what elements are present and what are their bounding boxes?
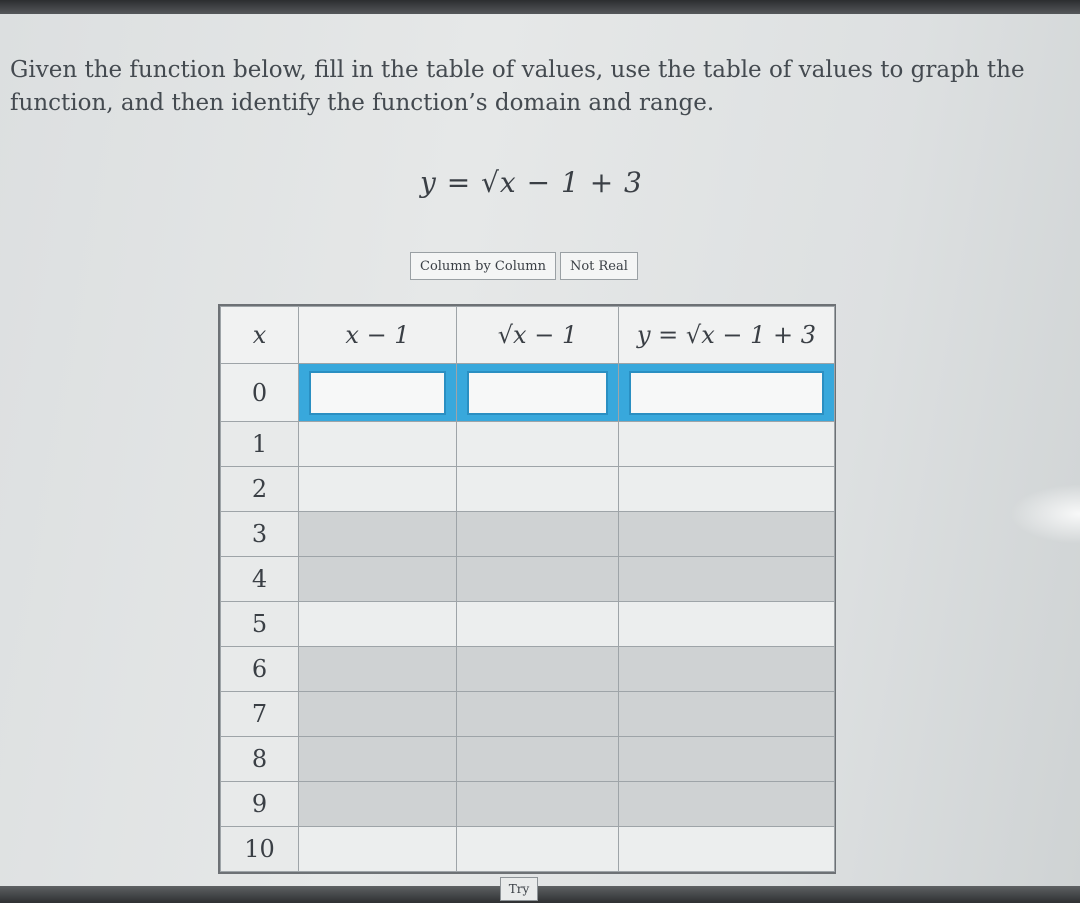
table-row: 10	[220, 825, 835, 873]
sqrt-cell[interactable]	[456, 646, 619, 693]
sqrt-cell[interactable]	[456, 466, 619, 513]
sqrt-cell[interactable]	[456, 601, 619, 648]
table-row: 2	[220, 466, 835, 513]
x-value-cell: 1	[220, 421, 299, 468]
header-x-minus-1: x − 1	[298, 306, 457, 364]
try-button[interactable]: Try	[500, 877, 538, 901]
y-cell[interactable]	[618, 691, 835, 738]
sqrt-cell[interactable]	[456, 511, 619, 558]
mode-button-group: Column by Column Not Real	[410, 252, 638, 280]
x-minus-1-cell[interactable]	[298, 825, 457, 873]
values-table-container: x x − 1 √x − 1 y = √x − 1 + 3 0 1 2 3 4 …	[218, 304, 836, 874]
table-row: 0	[220, 362, 835, 423]
header-sqrt: √x − 1	[456, 306, 619, 364]
x-value-cell: 0	[220, 362, 299, 423]
x-minus-1-cell[interactable]	[298, 601, 457, 648]
sqrt-cell[interactable]	[456, 556, 619, 603]
x-minus-1-cell[interactable]	[298, 511, 457, 558]
x-minus-1-cell[interactable]	[298, 421, 457, 468]
x-minus-1-cell	[298, 362, 457, 423]
x-value-cell: 9	[220, 781, 299, 827]
y-cell[interactable]	[618, 511, 835, 558]
table-row: 9	[220, 781, 835, 827]
y-cell	[618, 362, 835, 423]
table-row: 1	[220, 421, 835, 468]
table-row: 8	[220, 736, 835, 782]
table-row: 7	[220, 691, 835, 738]
x-value-cell: 3	[220, 511, 299, 558]
instructions-text: Given the function below, fill in the ta…	[10, 57, 1025, 116]
not-real-button[interactable]: Not Real	[559, 252, 638, 280]
x-value-cell: 5	[220, 601, 299, 648]
sqrt-cell[interactable]	[456, 825, 619, 873]
sqrt-cell	[456, 362, 619, 423]
table-row: 4	[220, 556, 835, 603]
y-cell[interactable]	[618, 556, 835, 603]
x-minus-1-cell[interactable]	[298, 646, 457, 693]
column-by-column-button[interactable]: Column by Column	[410, 252, 556, 280]
x-minus-1-cell[interactable]	[298, 466, 457, 513]
x-minus-1-cell[interactable]	[298, 691, 457, 738]
y-input[interactable]	[629, 370, 824, 415]
monitor-top-bezel	[0, 0, 1080, 14]
x-value-cell: 6	[220, 646, 299, 693]
table-row: 6	[220, 646, 835, 693]
screen: Given the function below, fill in the ta…	[0, 14, 1080, 886]
y-cell[interactable]	[618, 781, 835, 827]
x-value-cell: 4	[220, 556, 299, 603]
x-minus-1-cell[interactable]	[298, 736, 457, 782]
x-value-cell: 2	[220, 466, 299, 513]
values-table: x x − 1 √x − 1 y = √x − 1 + 3 0 1 2 3 4 …	[220, 306, 835, 873]
header-x: x	[220, 306, 299, 364]
sqrt-cell[interactable]	[456, 421, 619, 468]
x-value-cell: 7	[220, 691, 299, 738]
monitor-bottom-bezel	[0, 886, 1080, 903]
y-cell[interactable]	[618, 646, 835, 693]
sqrt-cell[interactable]	[456, 736, 619, 782]
header-y: y = √x − 1 + 3	[618, 306, 835, 364]
screen-glare	[1010, 484, 1080, 544]
sqrt-cell[interactable]	[456, 781, 619, 827]
y-cell[interactable]	[618, 421, 835, 468]
x-minus-1-cell[interactable]	[298, 781, 457, 827]
x-minus-1-input[interactable]	[309, 370, 446, 415]
function-equation: y = √x − 1 + 3	[420, 166, 643, 199]
table-header-row: x x − 1 √x − 1 y = √x − 1 + 3	[220, 306, 835, 364]
y-cell[interactable]	[618, 466, 835, 513]
table-row: 3	[220, 511, 835, 558]
sqrt-input[interactable]	[467, 370, 608, 415]
x-value-cell: 10	[220, 825, 299, 873]
y-cell[interactable]	[618, 601, 835, 648]
y-cell[interactable]	[618, 736, 835, 782]
y-cell[interactable]	[618, 825, 835, 873]
sqrt-cell[interactable]	[456, 691, 619, 738]
x-value-cell: 8	[220, 736, 299, 782]
table-row: 5	[220, 601, 835, 648]
x-minus-1-cell[interactable]	[298, 556, 457, 603]
